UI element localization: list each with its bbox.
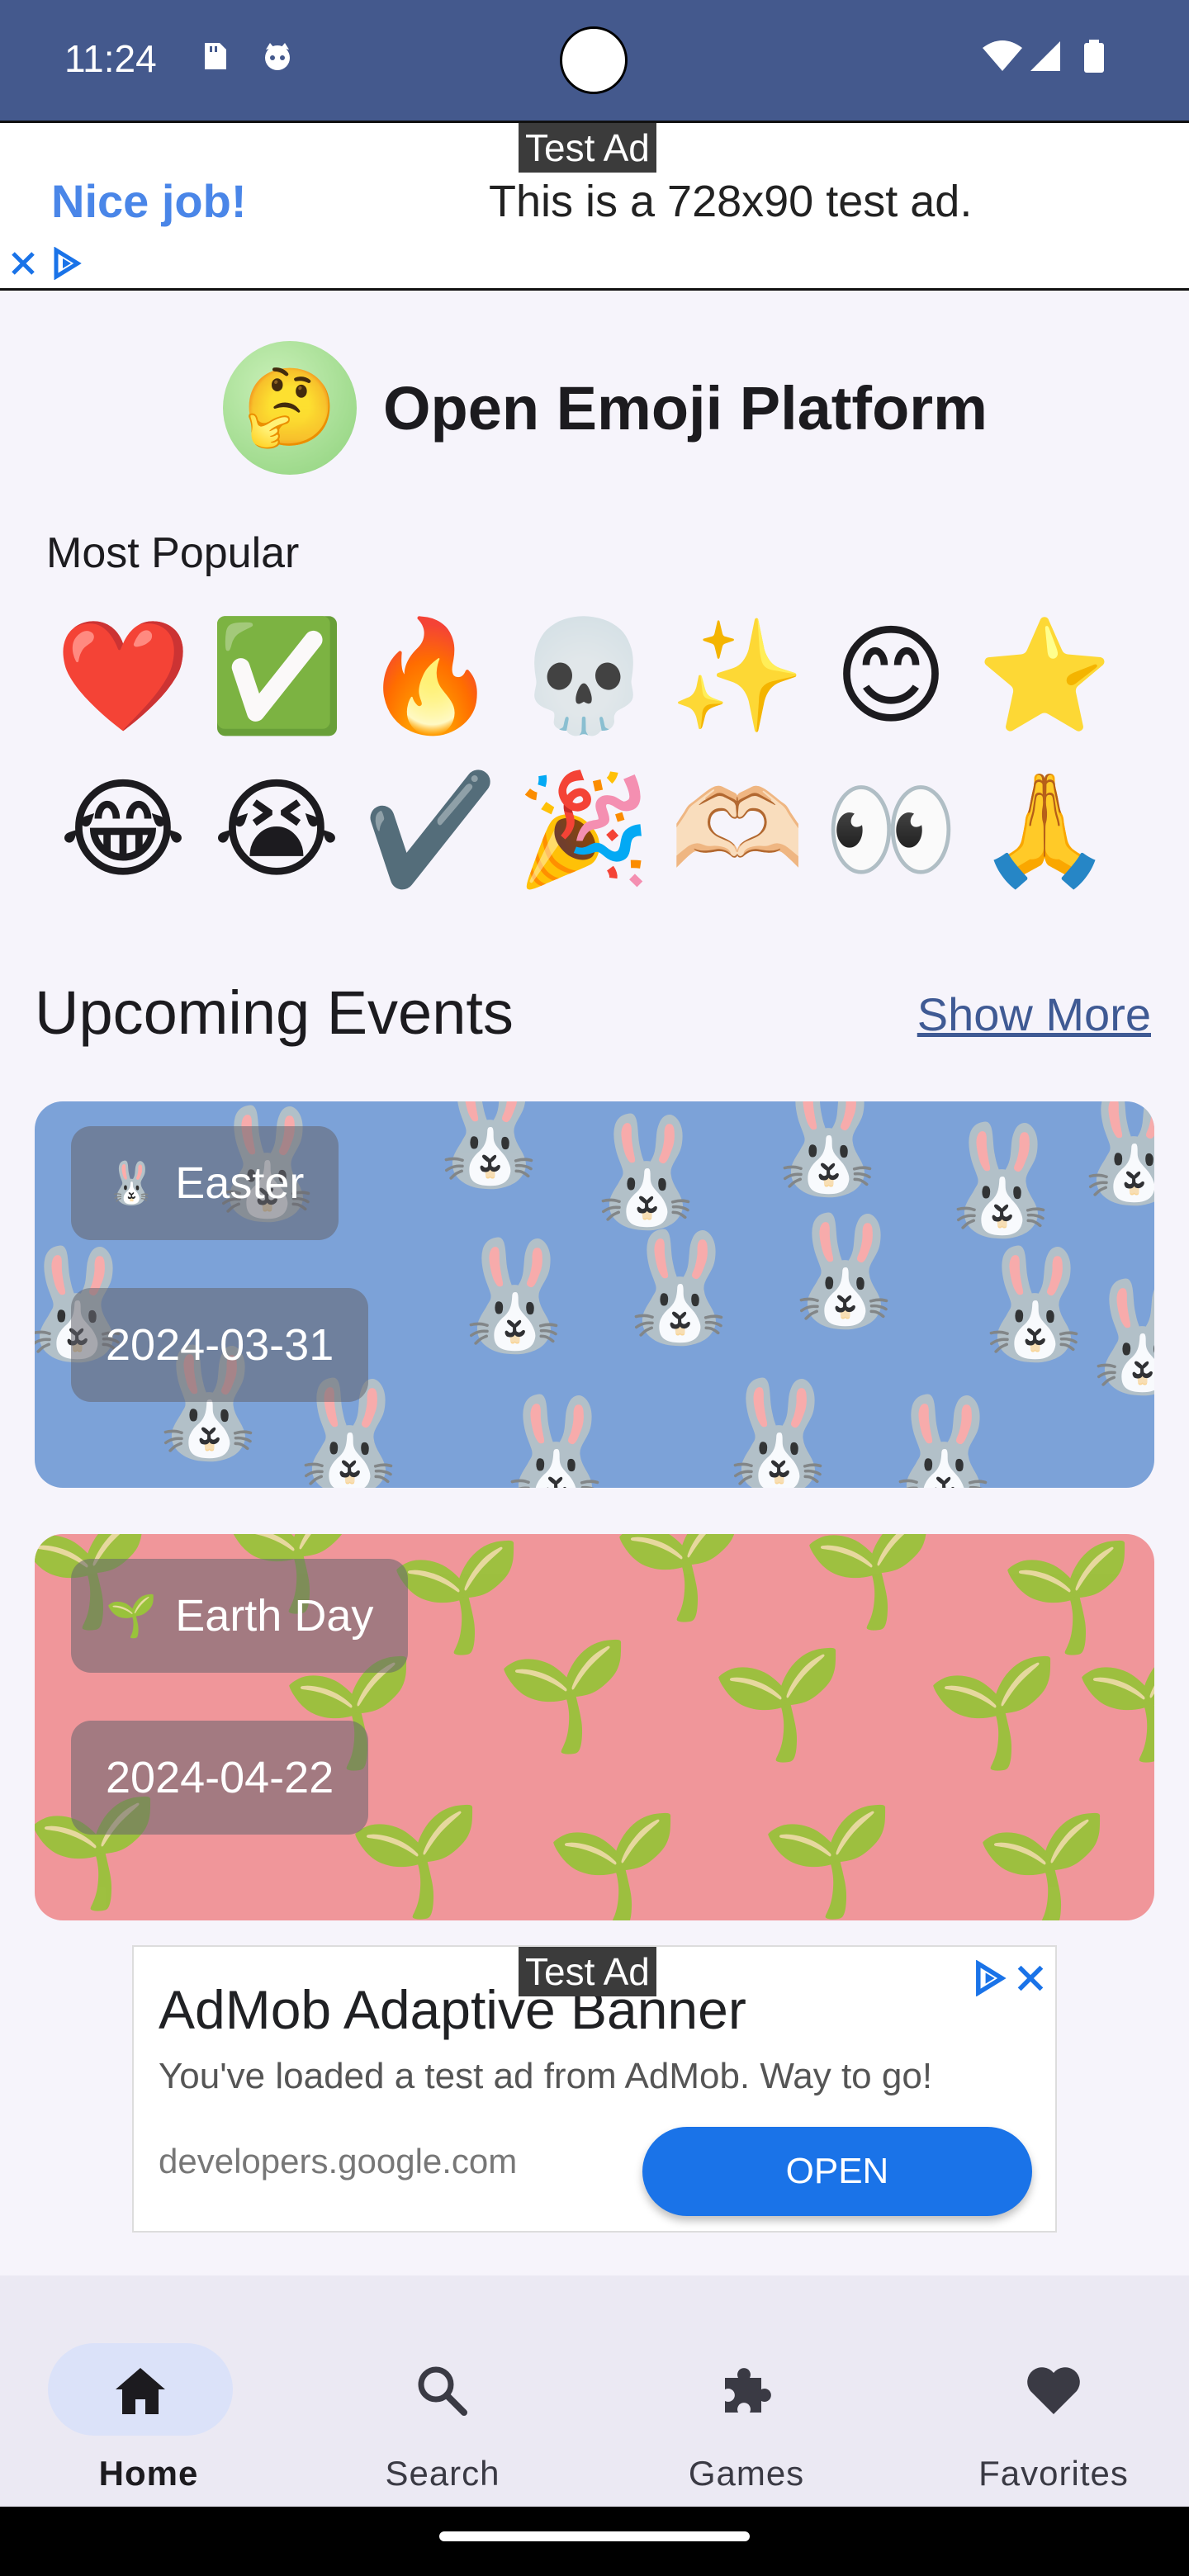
home-gesture-handle[interactable] (439, 2531, 750, 2541)
test-ad-badge: Test Ad (519, 1947, 656, 1996)
puzzle-icon (725, 2368, 771, 2413)
nav-item-favorites[interactable]: Favorites (905, 2308, 1189, 2493)
signal-icon (1030, 41, 1060, 71)
home-icon (116, 2368, 165, 2414)
nav-item-games[interactable]: Games (598, 2308, 895, 2493)
nav-label-search: Search (385, 2454, 500, 2493)
test-ad-badge: Test Ad (519, 123, 656, 173)
search-icon (418, 2366, 467, 2416)
cat-face-icon (265, 43, 290, 70)
event-date-chip: 2024-03-31 (71, 1288, 369, 1402)
emoji-star[interactable]: ⭐ (968, 599, 1121, 753)
event-card-easter[interactable]: 🐰🐰 🐰🐰 🐰🐰 🐰🐰 🐰🐰 🐰🐰 🐰🐰 🐰🐰 🐰 🐰 Easter 2024-… (35, 1101, 1154, 1488)
nav-item-home[interactable]: Home (0, 2308, 297, 2493)
emoji-check-mark[interactable]: ✔️ (353, 753, 507, 907)
top-test-ad[interactable]: Test Ad Nice job! This is a 728x90 test … (0, 121, 1189, 291)
event-name-chip: 🌱 Earth Day (71, 1559, 409, 1673)
upcoming-events-heading: Upcoming Events (35, 978, 514, 1047)
event-name: Easter (175, 1158, 305, 1208)
open-button[interactable]: OPEN (642, 2127, 1032, 2216)
most-popular-label: Most Popular (46, 529, 300, 577)
status-time: 11:24 (64, 37, 157, 80)
emoji-loudly-crying[interactable]: 😭 (200, 753, 353, 907)
event-name: Earth Day (175, 1591, 374, 1641)
emoji-smiling-face[interactable]: 😊 (814, 599, 968, 753)
heart-icon (1027, 2367, 1080, 2414)
battery-icon (1084, 40, 1104, 73)
emoji-skull[interactable]: 💀 (507, 599, 661, 753)
admob-banner[interactable]: AdMob Adaptive Banner Test Ad You've loa… (132, 1945, 1057, 2233)
ad-choices-icon[interactable] (971, 1960, 1007, 1996)
rabbit-icon: 🐰 (106, 1159, 158, 1206)
camera-cutout (560, 26, 628, 94)
wifi-icon (983, 40, 1022, 71)
emoji-folded-hands[interactable]: 🙏 (968, 753, 1121, 907)
close-icon[interactable] (1014, 1962, 1047, 1995)
emoji-party-popper[interactable]: 🎉 (507, 753, 661, 907)
ad-body[interactable]: This is a 728x90 test ad. (489, 176, 972, 227)
page-title: Open Emoji Platform (383, 373, 988, 443)
emoji-eyes[interactable]: 👀 (814, 753, 968, 907)
admob-title[interactable]: AdMob Adaptive Banner (159, 1978, 746, 2041)
show-more-link[interactable]: Show More (917, 987, 1151, 1041)
emoji-heart-hands[interactable]: 🫶🏻 (661, 753, 814, 907)
status-bar: 11:24 (0, 0, 1189, 121)
app-logo: 🤔 (223, 341, 357, 475)
event-name-chip: 🐰 Easter (71, 1126, 339, 1240)
emoji-sparkles[interactable]: ✨ (661, 599, 814, 753)
event-date-chip: 2024-04-22 (71, 1721, 369, 1835)
emoji-check-mark-button[interactable]: ✅ (200, 599, 353, 753)
admob-domain[interactable]: developers.google.com (159, 2142, 517, 2181)
event-card-earth-day[interactable]: 🌱🌱 🌱🌱 🌱🌱 🌱🌱 🌱🌱 🌱🌱 🌱🌱 🌱🌱 🌱 Earth Day 2024… (35, 1534, 1154, 1920)
ad-headline[interactable]: Nice job! (51, 174, 246, 228)
app-header: 🤔 Open Emoji Platform (223, 340, 988, 476)
popular-emoji-grid: ❤️ ✅ 🔥 💀 ✨ 😊 ⭐ 😂 😭 ✔️ 🎉 🫶🏻 👀 🙏 (46, 599, 1153, 907)
event-date: 2024-03-31 (106, 1320, 334, 1370)
sd-card-icon (205, 43, 226, 69)
ad-choices-icon[interactable] (50, 247, 83, 280)
nav-label-favorites: Favorites (978, 2454, 1129, 2493)
system-gesture-bar (0, 2507, 1189, 2576)
nav-item-search[interactable]: Search (294, 2308, 591, 2493)
emoji-red-heart[interactable]: ❤️ (46, 599, 200, 753)
nav-label-games: Games (688, 2454, 805, 2493)
seedling-icon: 🌱 (106, 1592, 158, 1639)
emoji-fire[interactable]: 🔥 (353, 599, 507, 753)
bottom-navigation: Home Search Games Favorites (0, 2275, 1189, 2507)
close-icon[interactable] (8, 249, 38, 278)
event-date: 2024-04-22 (106, 1753, 334, 1802)
nav-label-home: Home (98, 2454, 199, 2493)
admob-subtitle[interactable]: You've loaded a test ad from AdMob. Way … (159, 2056, 932, 2097)
emoji-tears-of-joy[interactable]: 😂 (46, 753, 200, 907)
